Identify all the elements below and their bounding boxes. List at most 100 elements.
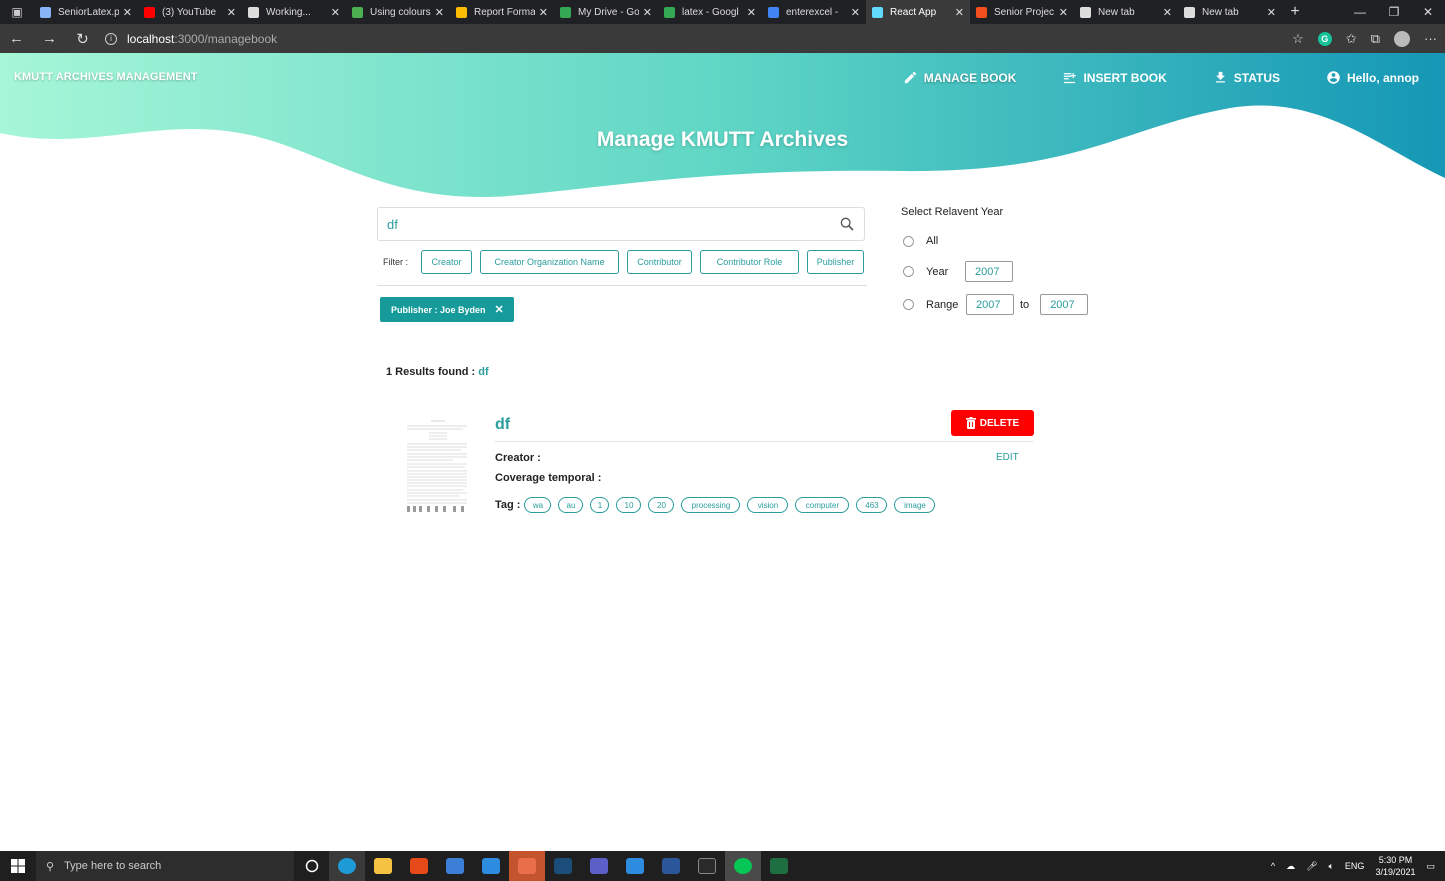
radio-all[interactable]	[903, 235, 914, 247]
edge-app-icon[interactable]	[329, 851, 365, 881]
minimize-icon[interactable]: —	[1343, 0, 1377, 24]
delete-button[interactable]: DELETE	[951, 410, 1034, 436]
windows-start-icon[interactable]	[0, 851, 36, 881]
filter-creator-org-button[interactable]: Creator Organization Name	[480, 250, 620, 274]
tab-close-icon[interactable]: ✕	[539, 6, 548, 19]
tag-chip[interactable]: 10	[616, 497, 642, 513]
tab-close-icon[interactable]: ✕	[331, 6, 340, 19]
result-title[interactable]: df	[495, 416, 510, 434]
tab-close-icon[interactable]: ✕	[643, 6, 652, 19]
store-app-icon[interactable]	[437, 851, 473, 881]
chip-close-icon[interactable]: ✕	[495, 303, 504, 316]
tag-chip[interactable]: image	[894, 497, 936, 513]
year-input[interactable]: 2007	[965, 261, 1013, 282]
brand-title[interactable]: KMUTT ARCHIVES MANAGEMENT	[14, 71, 198, 83]
snip-app-icon[interactable]	[509, 851, 545, 881]
excel-app-icon[interactable]	[761, 851, 797, 881]
favorites-icon[interactable]: ✩	[1346, 31, 1357, 47]
tab-close-icon[interactable]: ✕	[123, 6, 132, 19]
tab-close-icon[interactable]: ✕	[851, 6, 860, 19]
radio-year[interactable]	[903, 266, 914, 277]
new-tab-icon[interactable]: +	[1282, 3, 1308, 21]
search-icon[interactable]	[830, 216, 864, 232]
add-favorite-icon[interactable]: ☆	[1292, 31, 1304, 47]
language-indicator[interactable]: ENG	[1345, 861, 1365, 871]
nav-status[interactable]: STATUS	[1213, 70, 1280, 85]
browser-tab[interactable]: Working... ✕	[242, 0, 346, 24]
cortana-icon[interactable]	[294, 859, 329, 873]
book-thumbnail[interactable]	[403, 413, 471, 515]
tab-close-icon[interactable]: ✕	[435, 6, 444, 19]
url-field[interactable]: i localhost:3000/managebook	[105, 28, 1285, 50]
site-info-icon[interactable]: i	[105, 32, 117, 45]
more-menu-icon[interactable]: ···	[1424, 31, 1437, 46]
tag-chip[interactable]: au	[558, 497, 584, 513]
tag-chip[interactable]: 1	[590, 497, 610, 513]
vscode-app-icon[interactable]	[617, 851, 653, 881]
tab-close-icon[interactable]: ✕	[955, 6, 964, 19]
clock[interactable]: 5:30 PM 3/19/2021	[1375, 854, 1415, 878]
forward-icon[interactable]: →	[33, 24, 66, 53]
radio-range[interactable]	[903, 299, 914, 310]
mic-icon[interactable]: 🎤︎	[1306, 861, 1317, 872]
browser-tab[interactable]: Using colours ✕	[346, 0, 450, 24]
word-app-icon[interactable]	[653, 851, 689, 881]
browser-tab[interactable]: React App ✕	[866, 0, 970, 24]
line-app-icon[interactable]	[725, 851, 761, 881]
browser-tab[interactable]: SeniorLatex.p ✕	[34, 0, 138, 24]
tab-close-icon[interactable]: ✕	[1267, 6, 1276, 19]
grammarly-icon[interactable]: G	[1317, 31, 1332, 46]
tag-chip[interactable]: 20	[648, 497, 675, 513]
restore-icon[interactable]: ❐	[1377, 0, 1411, 24]
browser-tab[interactable]: Senior Projec ✕	[970, 0, 1074, 24]
browser-tab[interactable]: Report Forma ✕	[450, 0, 554, 24]
tab-close-icon[interactable]: ✕	[747, 6, 756, 19]
year-option-range[interactable]: Range 2007 to 2007	[901, 294, 1089, 315]
tag-chip[interactable]: vision	[747, 497, 789, 513]
browser-tab[interactable]: enterexcel - ✕	[762, 0, 866, 24]
back-icon[interactable]: ←	[0, 24, 33, 53]
file-explorer-icon[interactable]	[365, 851, 401, 881]
mail-app-icon[interactable]	[473, 851, 509, 881]
tag-chip[interactable]: processing	[681, 497, 741, 513]
range-to-input[interactable]: 2007	[1040, 294, 1089, 315]
steam-app-icon[interactable]	[545, 851, 581, 881]
filter-publisher-button[interactable]: Publisher	[807, 250, 865, 274]
browser-tab[interactable]: My Drive - Go ✕	[554, 0, 658, 24]
nav-manage-book[interactable]: MANAGE BOOK	[903, 70, 1016, 85]
filter-contributor-role-button[interactable]: Contributor Role	[700, 250, 800, 274]
tab-close-icon[interactable]: ✕	[1059, 6, 1068, 19]
nav-insert-book[interactable]: INSERT BOOK	[1062, 70, 1167, 85]
year-option-all[interactable]: All	[901, 235, 938, 247]
teams-app-icon[interactable]	[581, 851, 617, 881]
browser-tab[interactable]: New tab ✕	[1178, 0, 1282, 24]
tag-chip[interactable]: wa	[524, 497, 552, 513]
year-option-year[interactable]: Year 2007	[901, 261, 1013, 282]
reload-icon[interactable]: ↻	[66, 24, 99, 53]
browser-tab[interactable]: New tab ✕	[1074, 0, 1178, 24]
range-from-input[interactable]: 2007	[966, 294, 1014, 315]
edit-button[interactable]: EDIT	[996, 452, 1019, 463]
close-window-icon[interactable]: ✕	[1411, 0, 1445, 24]
tab-actions-icon[interactable]: ▣	[0, 0, 34, 24]
tray-expand-icon[interactable]: ^	[1271, 861, 1275, 871]
office-app-icon[interactable]	[401, 851, 437, 881]
epic-games-icon[interactable]	[689, 851, 725, 881]
taskbar-search[interactable]: ⚲ Type here to search	[36, 851, 294, 881]
tag-chip[interactable]: 463	[856, 497, 888, 513]
collections-icon[interactable]: ⧉	[1371, 31, 1380, 47]
active-filter-chip[interactable]: Publisher : Joe Byden ✕	[380, 297, 514, 322]
tab-close-icon[interactable]: ✕	[227, 6, 236, 19]
notification-icon[interactable]: ▭	[1426, 861, 1435, 872]
filter-creator-button[interactable]: Creator	[421, 250, 473, 274]
browser-tab[interactable]: (3) YouTube ✕	[138, 0, 242, 24]
profile-avatar[interactable]	[1394, 30, 1410, 47]
tab-close-icon[interactable]: ✕	[1163, 6, 1172, 19]
browser-tab[interactable]: latex - Googl ✕	[658, 0, 762, 24]
onedrive-icon[interactable]: ☁	[1286, 861, 1295, 872]
tag-chip[interactable]: computer	[795, 497, 850, 513]
volume-icon[interactable]: 🔈︎	[1329, 861, 1334, 872]
search-input[interactable]	[378, 209, 830, 239]
nav-user[interactable]: Hello, annop	[1326, 70, 1419, 85]
filter-contributor-button[interactable]: Contributor	[627, 250, 693, 274]
